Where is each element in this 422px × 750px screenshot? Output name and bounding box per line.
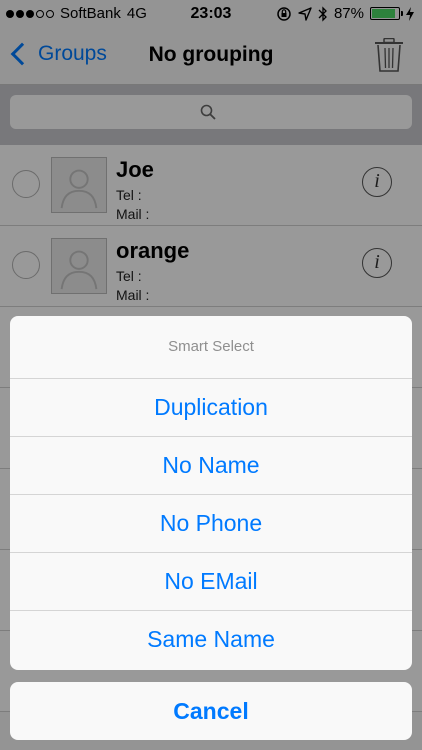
no-email-button[interactable]: No EMail	[10, 553, 412, 611]
action-sheet-title: Smart Select	[10, 316, 412, 379]
no-phone-button[interactable]: No Phone	[10, 495, 412, 553]
action-sheet: Smart Select Duplication No Name No Phon…	[10, 316, 412, 670]
same-name-button[interactable]: Same Name	[10, 611, 412, 668]
duplication-button[interactable]: Duplication	[10, 379, 412, 437]
no-name-button[interactable]: No Name	[10, 437, 412, 495]
cancel-button[interactable]: Cancel	[10, 682, 412, 740]
